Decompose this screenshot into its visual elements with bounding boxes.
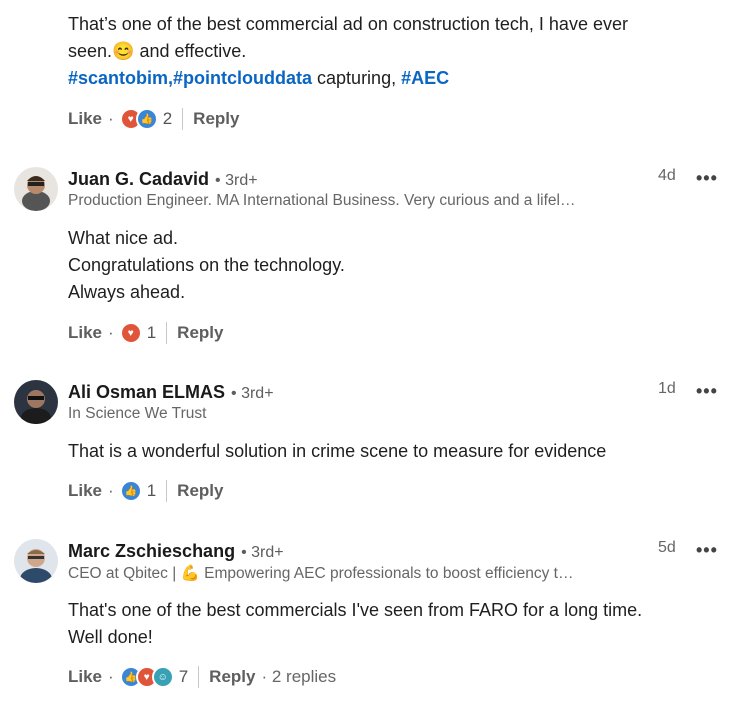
reaction-count[interactable]: 2 (163, 109, 172, 129)
reply-button[interactable]: Reply (209, 667, 255, 687)
comment-line: What nice ad. (68, 228, 179, 248)
divider (198, 666, 200, 688)
divider (182, 108, 184, 130)
replies-link[interactable]: · 2 replies (261, 667, 336, 687)
love-icon: ♥ (119, 322, 142, 344)
connection-degree: • 3rd+ (241, 544, 284, 561)
funny-icon: ☺ (151, 666, 174, 688)
reactions[interactable]: ♥ 👍 (119, 108, 158, 130)
comment-body: That's one of the best commercials I've … (68, 597, 642, 651)
author-headline: In Science We Trust (68, 405, 207, 422)
more-icon[interactable]: ••• (696, 168, 718, 189)
comment-body: That’s one of the best commercial ad on … (68, 11, 628, 92)
connection-degree: • 3rd+ (215, 172, 258, 189)
comment-line: That’s one of the best commercial ad on … (68, 14, 628, 34)
hashtag-link[interactable]: #scantobim (68, 68, 168, 88)
comment-line: Congratulations on the technology. (68, 255, 345, 275)
like-button[interactable]: Like (68, 323, 102, 343)
comment-actions: Like · 👍 1 Reply (68, 480, 224, 502)
timestamp: 4d (658, 167, 676, 184)
comment-line: That's one of the best commercials I've … (68, 600, 643, 620)
reply-button[interactable]: Reply (177, 481, 223, 501)
reaction-count[interactable]: 1 (147, 481, 156, 501)
comment-line: That is a wonderful solution in crime sc… (68, 441, 607, 461)
emoji: 😊 (112, 41, 135, 61)
author-name[interactable]: Ali Osman ELMAS (68, 382, 225, 403)
reactions[interactable]: ♥ (119, 322, 142, 344)
hashtag-link[interactable]: ,#pointclouddata (168, 68, 312, 88)
like-icon: 👍 (119, 480, 142, 502)
timestamp: 1d (658, 380, 676, 397)
timestamp: 5d (658, 539, 676, 556)
reaction-count[interactable]: 7 (179, 667, 188, 687)
comment-line: seen. (68, 41, 113, 61)
avatar[interactable] (14, 539, 58, 583)
reply-button[interactable]: Reply (177, 323, 223, 343)
author-headline: Production Engineer. MA International Bu… (68, 192, 576, 209)
comment-actions: Like · ♥ 1 Reply (68, 322, 224, 344)
comment-actions: Like · ♥ 👍 2 Reply (68, 108, 240, 130)
more-icon[interactable]: ••• (696, 540, 718, 561)
reply-button[interactable]: Reply (193, 109, 239, 129)
hashtag-link[interactable]: #AEC (401, 68, 449, 88)
avatar[interactable] (14, 167, 58, 211)
author-headline: CEO at Qbitec | 💪 Empowering AEC profess… (68, 565, 574, 582)
connection-degree: • 3rd+ (231, 385, 274, 402)
author-name[interactable]: Juan G. Cadavid (68, 169, 209, 190)
more-icon[interactable]: ••• (696, 381, 718, 402)
like-button[interactable]: Like (68, 667, 102, 687)
reaction-count[interactable]: 1 (147, 323, 156, 343)
comment-line: Always ahead. (68, 282, 186, 302)
avatar[interactable] (14, 380, 58, 424)
like-button[interactable]: Like (68, 109, 102, 129)
divider (166, 322, 168, 344)
reactions[interactable]: 👍 ♥ ☺ (119, 666, 174, 688)
comment-actions: Like · 👍 ♥ ☺ 7 Reply · 2 replies (68, 666, 337, 688)
like-icon: 👍 (135, 108, 158, 130)
like-button[interactable]: Like (68, 481, 102, 501)
comment-line: Well done! (68, 627, 153, 647)
divider (166, 480, 168, 502)
reactions[interactable]: 👍 (119, 480, 142, 502)
author-name[interactable]: Marc Zschieschang (68, 541, 235, 562)
comment-body: What nice ad. Congratulations on the tec… (68, 225, 345, 306)
comment-body: That is a wonderful solution in crime sc… (68, 438, 606, 465)
